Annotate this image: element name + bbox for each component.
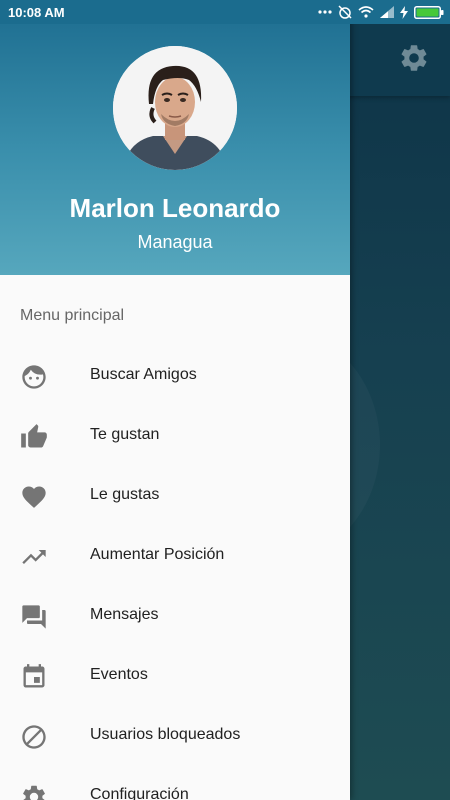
menu-item-label: Te gustan [90,426,160,443]
menu-item-mensajes[interactable]: Mensajes [0,586,350,646]
avatar[interactable] [113,46,237,170]
navigation-drawer: Marlon Leonardo Managua Menu principal B… [0,0,350,800]
profile-city: Managua [137,232,213,252]
menu-item-eventos[interactable]: Eventos [0,646,350,706]
settings-gear-icon[interactable] [398,42,430,74]
charging-icon [400,5,408,19]
alarm-off-icon [338,5,352,19]
heart-icon [20,483,48,511]
block-icon [20,723,48,751]
battery-icon [414,5,444,19]
app-screen: 10:08 AM Marlon Leonardo Managua Menu pr… [0,0,450,800]
menu-item-buscar-amigos[interactable]: Buscar Amigos [0,346,350,406]
menu-item-configuracion[interactable]: Configuración [0,766,350,800]
menu-item-label: Le gustas [90,486,160,503]
menu-item-le-gustas[interactable]: Le gustas [0,466,350,526]
menu-item-label: Mensajes [90,606,159,623]
menu-item-label: Aumentar Posición [90,546,225,563]
profile-name: Marlon Leonardo [69,193,281,223]
menu-item-usuarios-bloqueados[interactable]: Usuarios bloqueados [0,706,350,766]
menu-item-aumentar-posicion[interactable]: Aumentar Posición [0,526,350,586]
trending-up-icon [20,543,48,571]
signal-icon [380,6,394,18]
menu-section-title: Menu principal [20,307,125,324]
forum-icon [20,603,48,631]
menu-item-label: Eventos [90,666,148,683]
thumb-up-icon [20,423,48,451]
menu-list: Buscar Amigos Te gustan Le gustas Aument… [0,346,350,800]
menu-item-label: Usuarios bloqueados [90,726,241,743]
menu-item-label: Buscar Amigos [90,366,197,383]
more-dots-icon [318,9,332,15]
status-bar: 10:08 AM [0,0,450,24]
drawer-header: Marlon Leonardo Managua [0,0,350,275]
gear-icon [20,783,48,800]
menu-item-label: Configuración [90,786,189,800]
wifi-icon [358,6,374,18]
calendar-icon [20,663,48,691]
status-icons [318,3,444,21]
status-time: 10:08 AM [8,5,65,20]
face-icon [20,363,48,391]
menu-item-te-gustan[interactable]: Te gustan [0,406,350,466]
